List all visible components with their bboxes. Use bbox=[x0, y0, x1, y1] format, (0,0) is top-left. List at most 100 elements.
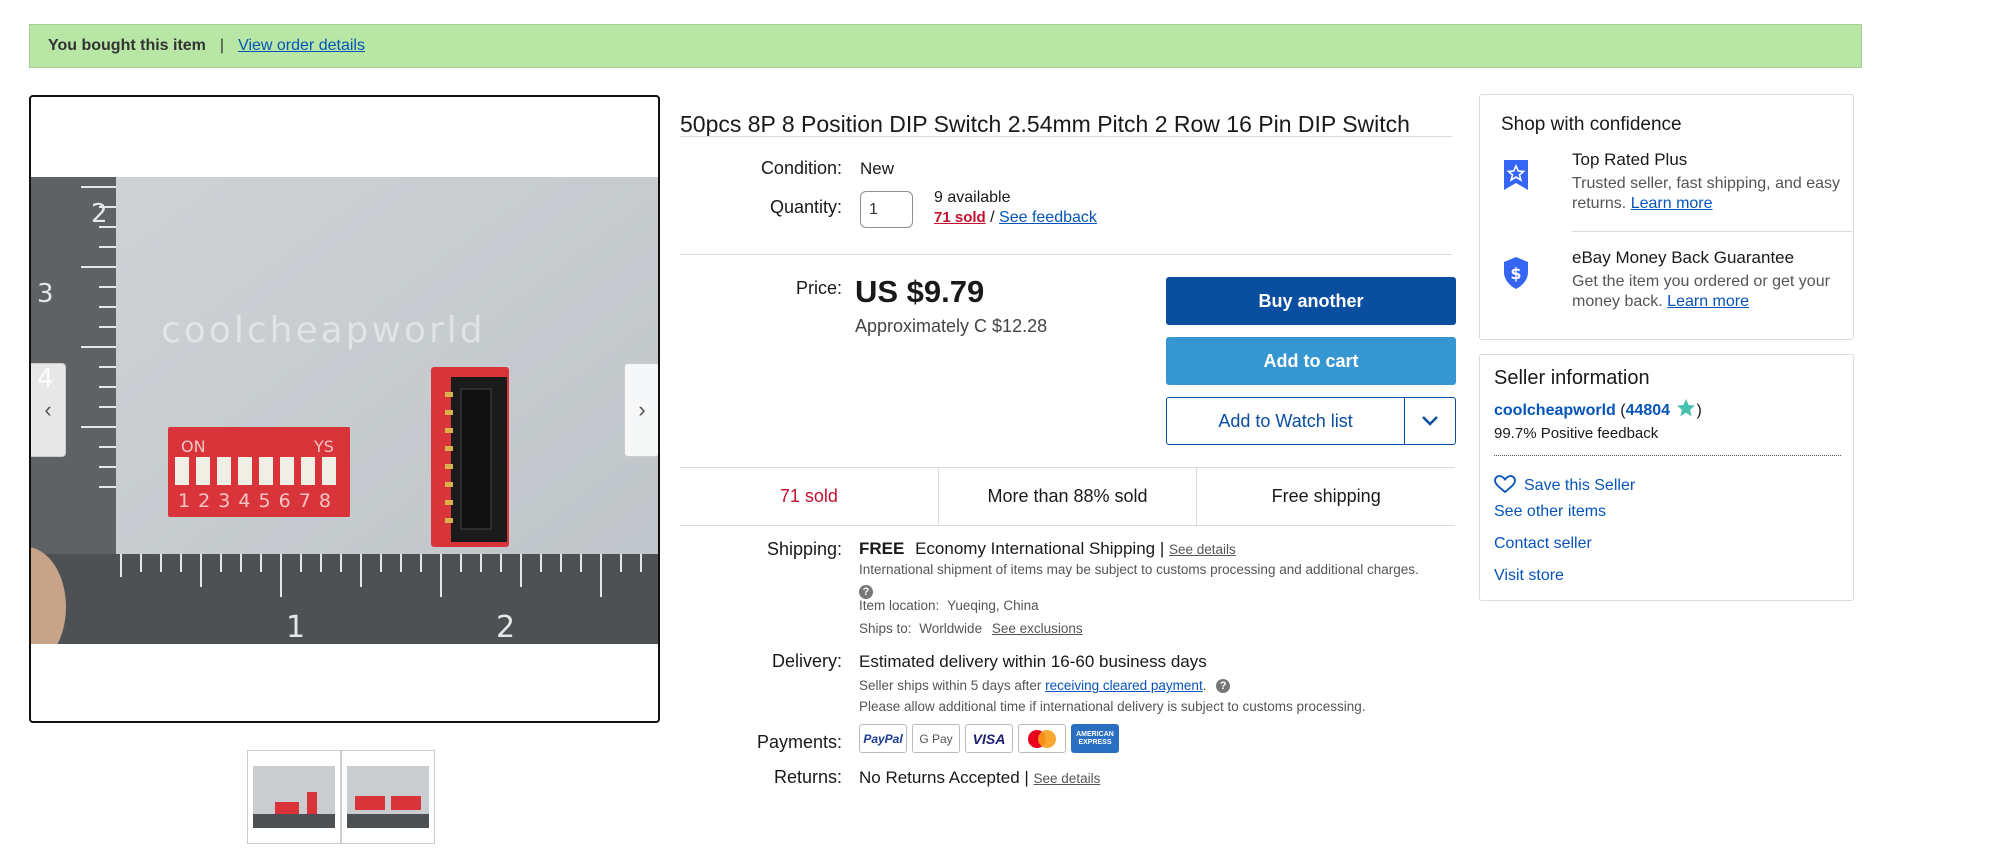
top-rated-desc: Trusted seller, fast shipping, and easy … bbox=[1572, 175, 1840, 212]
thumbnail-image bbox=[253, 766, 335, 828]
save-seller-button[interactable]: Save this Seller bbox=[1494, 475, 1635, 495]
sold-feedback-row: 71 sold / See feedback bbox=[934, 209, 1097, 227]
money-back-title: eBay Money Back Guarantee bbox=[1572, 248, 1795, 267]
ships-to-row: Ships to: Worldwide See exclusions bbox=[859, 621, 1083, 636]
chevron-down-icon bbox=[1422, 416, 1438, 426]
seller-title: Seller information bbox=[1494, 367, 1650, 389]
next-image-button[interactable]: › bbox=[624, 363, 658, 457]
visa-icon: VISA bbox=[965, 724, 1013, 753]
banner-separator: | bbox=[219, 37, 225, 54]
switch-on-label: ON bbox=[181, 437, 206, 456]
quantity-label: Quantity: bbox=[769, 197, 842, 217]
chevron-left-icon: ‹ bbox=[44, 397, 52, 422]
price-label: Price: bbox=[795, 278, 842, 298]
delivery-estimate: Estimated delivery within 16-60 business… bbox=[859, 652, 1207, 671]
thumbnail[interactable] bbox=[341, 750, 435, 844]
watermark: coolcheapworld bbox=[161, 310, 486, 351]
help-icon: ? bbox=[859, 584, 873, 599]
dotted-divider bbox=[1494, 455, 1841, 456]
sold-link[interactable]: 71 sold bbox=[934, 209, 986, 226]
view-order-details-link[interactable]: View order details bbox=[238, 37, 365, 55]
product-photo[interactable]: 2 3 4 1 2 coolcheapworld bbox=[31, 177, 658, 644]
delivery-label: Delivery: bbox=[771, 651, 842, 671]
condition-label: Condition: bbox=[760, 158, 842, 178]
buy-another-button[interactable]: Buy another bbox=[1166, 277, 1456, 325]
mastercard-icon bbox=[1018, 724, 1066, 753]
divider bbox=[680, 254, 1452, 255]
shop-with-confidence-card: Shop with confidence Top Rated Plus Trus… bbox=[1479, 94, 1854, 340]
money-back-desc: Get the item you ordered or get your mon… bbox=[1572, 273, 1830, 310]
ruler-number: 2 bbox=[91, 199, 108, 229]
item-location: Yueqing, China bbox=[947, 598, 1039, 613]
seller-feedback: 99.7% Positive feedback bbox=[1494, 425, 1659, 442]
ruler-number: 1 bbox=[286, 610, 305, 644]
thumbnail-strip bbox=[247, 750, 435, 844]
seller-name-row: coolcheapworld (44804 ) bbox=[1494, 398, 1702, 420]
thumbnail[interactable] bbox=[247, 750, 341, 844]
add-to-watchlist-button[interactable]: Add to Watch list bbox=[1166, 397, 1456, 445]
ships-within: Seller ships within 5 days after bbox=[859, 678, 1042, 693]
svg-text:$: $ bbox=[1510, 264, 1521, 283]
cleared-payment-link[interactable]: receiving cleared payment bbox=[1045, 678, 1203, 693]
item-location-label: Item location: bbox=[859, 598, 940, 613]
item-location-row: Item location: Yueqing, China bbox=[859, 598, 1039, 613]
returns-row: No Returns Accepted | See details bbox=[859, 768, 1100, 788]
paypal-icon: PayPal bbox=[859, 724, 907, 753]
ships-to: Worldwide bbox=[919, 621, 983, 636]
star-icon bbox=[1676, 399, 1695, 417]
bought-text: You bought this item bbox=[48, 37, 206, 54]
stat-free-shipping: Free shipping bbox=[1196, 468, 1455, 525]
amex-icon: AMERICAN EXPRESS bbox=[1071, 724, 1119, 753]
payment-methods: PayPal G Pay VISA AMERICAN EXPRESS bbox=[859, 724, 1124, 753]
returns-label: Returns: bbox=[773, 767, 842, 787]
prev-image-button[interactable]: ‹ bbox=[31, 363, 66, 457]
contact-seller-link[interactable]: Contact seller bbox=[1494, 535, 1592, 553]
learn-more-link[interactable]: Learn more bbox=[1667, 293, 1749, 310]
slash: / bbox=[990, 209, 995, 226]
watchlist-dropdown[interactable] bbox=[1404, 398, 1455, 444]
see-exclusions-link[interactable]: See exclusions bbox=[992, 621, 1083, 636]
divider bbox=[1572, 231, 1852, 232]
learn-more-link[interactable]: Learn more bbox=[1631, 195, 1713, 212]
available-count: 9 available bbox=[934, 189, 1011, 206]
seller-information-card: Seller information coolcheapworld (44804… bbox=[1479, 354, 1854, 601]
google-pay-icon: G Pay bbox=[912, 724, 960, 753]
stat-percent-sold: More than 88% sold bbox=[937, 468, 1197, 525]
condition-value: New bbox=[860, 159, 895, 178]
shipping-line: FREE Economy International Shipping | Se… bbox=[859, 539, 1236, 559]
ships-to-label: Ships to: bbox=[859, 621, 912, 636]
returns-value: No Returns Accepted | bbox=[859, 768, 1029, 787]
price: US $9.79 bbox=[855, 274, 985, 309]
intl-shipping-note: International shipment of items may be s… bbox=[859, 562, 1419, 577]
returns-details-link[interactable]: See details bbox=[1034, 771, 1101, 786]
shipping-details-link[interactable]: See details bbox=[1169, 542, 1236, 557]
ruler-number: 3 bbox=[37, 279, 54, 309]
divider bbox=[680, 136, 1452, 137]
switch-ys-label: YS bbox=[313, 437, 334, 456]
help-icon[interactable]: ? bbox=[1216, 679, 1231, 694]
shipping-method: Economy International Shipping | bbox=[915, 539, 1165, 558]
shipping-label: Shipping: bbox=[766, 539, 842, 559]
top-rated-badge-icon bbox=[1504, 160, 1528, 190]
stat-sold: 71 sold bbox=[779, 486, 838, 506]
watchlist-label: Add to Watch list bbox=[1218, 410, 1353, 431]
item-title: 50pcs 8P 8 Position DIP Switch 2.54mm Pi… bbox=[680, 111, 1410, 138]
seller-name-link[interactable]: coolcheapworld bbox=[1494, 402, 1616, 419]
ruler-number: 2 bbox=[496, 610, 515, 644]
visit-store-link[interactable]: Visit store bbox=[1494, 567, 1564, 585]
chevron-right-icon: › bbox=[638, 397, 646, 422]
confidence-title: Shop with confidence bbox=[1501, 114, 1682, 135]
see-other-items-link[interactable]: See other items bbox=[1494, 503, 1606, 521]
switch-digits: 1 2 3 4 5 6 7 8 bbox=[178, 490, 332, 512]
ships-within-row: Seller ships within 5 days after receivi… bbox=[859, 678, 1231, 694]
purchase-banner: You bought this item | View order detail… bbox=[29, 24, 1862, 68]
add-to-cart-button[interactable]: Add to cart bbox=[1166, 337, 1456, 385]
seller-score-link[interactable]: 44804 bbox=[1626, 402, 1671, 419]
image-gallery: 2 3 4 1 2 coolcheapworld bbox=[29, 95, 660, 723]
see-feedback-link[interactable]: See feedback bbox=[999, 209, 1097, 226]
approximate-price: Approximately C $12.28 bbox=[855, 316, 1048, 336]
thumbnail-image bbox=[347, 766, 429, 828]
quantity-input[interactable] bbox=[860, 191, 913, 228]
top-rated-title: Top Rated Plus bbox=[1572, 150, 1688, 169]
customs-note: Please allow additional time if internat… bbox=[859, 699, 1366, 714]
